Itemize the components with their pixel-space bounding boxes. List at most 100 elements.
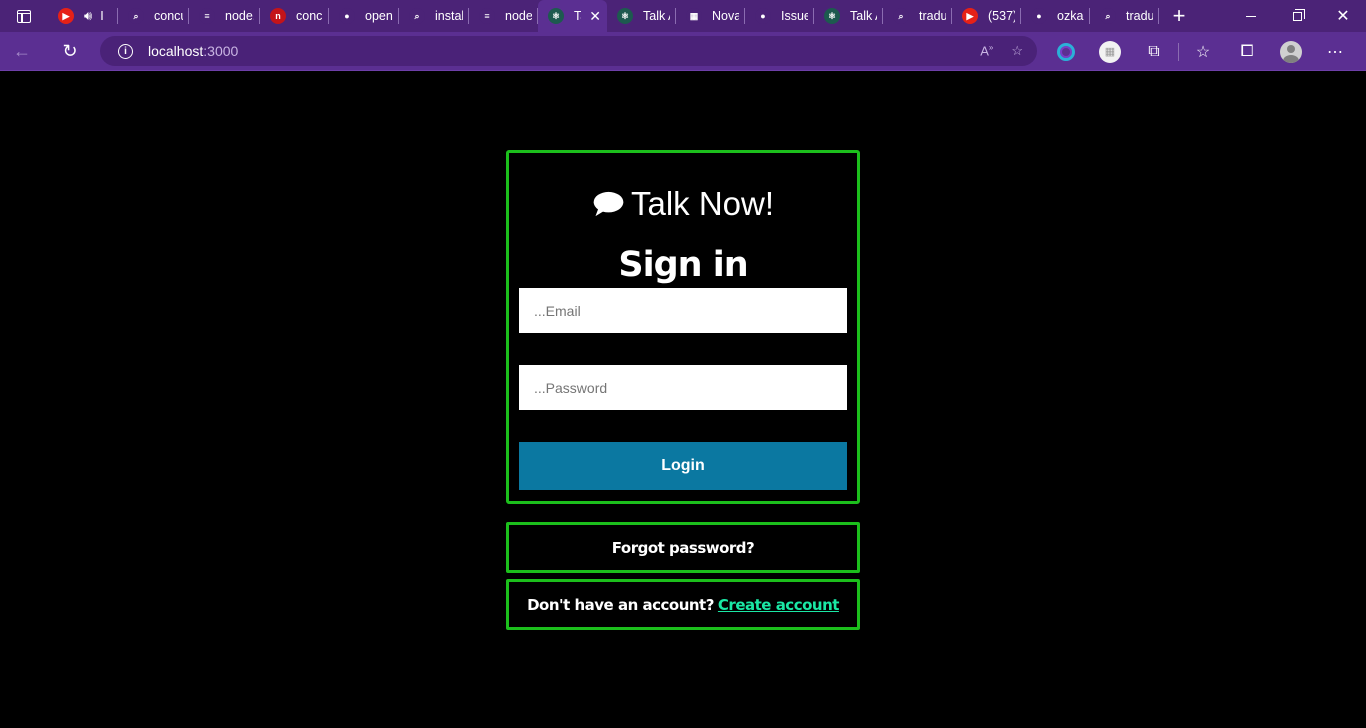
copilot-icon bbox=[1057, 42, 1075, 61]
search-icon: ⌕ bbox=[409, 8, 425, 24]
tab-label: node. bbox=[225, 9, 254, 23]
minimize-button[interactable] bbox=[1228, 0, 1274, 32]
tab-label: ozkan bbox=[1057, 9, 1084, 23]
site-info-icon[interactable]: i bbox=[118, 43, 133, 59]
search-icon: ⌕ bbox=[128, 8, 144, 24]
youtube-icon: ▶ bbox=[58, 8, 74, 24]
tab-label: concu bbox=[296, 9, 323, 23]
profile-button[interactable] bbox=[1269, 32, 1313, 71]
login-button[interactable]: Login bbox=[519, 442, 847, 490]
back-button[interactable]: ← bbox=[0, 32, 44, 71]
url-text[interactable]: localhost:3000 bbox=[148, 43, 238, 59]
react-icon: ⚛ bbox=[617, 8, 633, 24]
browser-tab[interactable]: nconcu bbox=[260, 0, 329, 32]
back-arrow-icon: ← bbox=[13, 40, 31, 61]
browser-tab[interactable]: ● Issues bbox=[745, 0, 814, 32]
tab-label: (537) bbox=[988, 9, 1015, 23]
search-icon: ⌕ bbox=[893, 8, 909, 24]
toolbar-actions: ▦ ⧉ ☆ ⧠ ⋯ bbox=[1044, 32, 1357, 71]
tab-label: install bbox=[435, 9, 463, 23]
browser-tab[interactable]: ▦ Nova bbox=[676, 0, 745, 32]
tab-list: ▶🔊︎I⌕concu≡node.nconcu●open-⌕install≡nod… bbox=[48, 0, 1159, 32]
browser-tab[interactable]: ▶ (537) bbox=[952, 0, 1021, 32]
profile-avatar-icon bbox=[1280, 40, 1302, 63]
tab-actions-button[interactable] bbox=[0, 0, 48, 32]
login-card: Talk Now! Sign in Login bbox=[506, 150, 860, 504]
collections-icon: ⧠ bbox=[1240, 42, 1254, 60]
chat-bubble-icon bbox=[593, 191, 624, 217]
page-title: Sign in bbox=[618, 245, 748, 285]
page-content: Talk Now! Sign in Login Forgot password?… bbox=[0, 71, 1366, 728]
stackoverflow-icon: ≡ bbox=[479, 8, 495, 24]
browser-tab[interactable]: ● ozkan bbox=[1021, 0, 1090, 32]
tab-label: tradut bbox=[1126, 9, 1153, 23]
browser-tab[interactable]: ≡ node. bbox=[469, 0, 538, 32]
tab-label: concu bbox=[154, 9, 183, 23]
restore-button[interactable] bbox=[1274, 0, 1320, 32]
browser-tab[interactable]: ⚛ Ta ✕ bbox=[538, 0, 607, 32]
react-icon: ⚛ bbox=[824, 8, 840, 24]
more-dots-icon: ⋯ bbox=[1327, 43, 1343, 61]
add-favorite-icon[interactable]: ☆ bbox=[1011, 43, 1023, 59]
url-port: :3000 bbox=[203, 43, 239, 59]
refresh-button[interactable]: ↻ bbox=[48, 32, 92, 71]
tab-label: Ta bbox=[574, 9, 581, 23]
github-icon: ● bbox=[1031, 8, 1047, 24]
extension-button[interactable]: ▦ bbox=[1088, 32, 1132, 71]
search-icon: ⌕ bbox=[1100, 8, 1116, 24]
browser-tab[interactable]: ● open- bbox=[329, 0, 399, 32]
password-field[interactable] bbox=[519, 365, 847, 410]
favorites-button[interactable]: ☆ bbox=[1181, 32, 1225, 71]
browser-tab[interactable]: ≡ node. bbox=[189, 0, 260, 32]
tab-label: I bbox=[100, 9, 104, 23]
collections-button[interactable]: ⧠ bbox=[1225, 32, 1269, 71]
tab-label: Talk A bbox=[850, 9, 877, 23]
browser-tab[interactable]: ⚛ Talk A bbox=[607, 0, 676, 32]
create-account-link[interactable]: Create account bbox=[718, 596, 840, 614]
toolbar-divider bbox=[1178, 42, 1179, 61]
close-icon: ✕ bbox=[1336, 8, 1350, 25]
extension-puzzle-avatar-icon: ▦ bbox=[1099, 40, 1121, 63]
tab-label: Talk A bbox=[643, 9, 670, 23]
read-aloud-icon[interactable]: A» bbox=[980, 43, 993, 58]
browser-tab[interactable]: ⌕ concu bbox=[118, 0, 189, 32]
address-bar[interactable]: i localhost:3000 A» ☆ bbox=[100, 36, 1037, 66]
new-tab-button[interactable]: + bbox=[1159, 0, 1199, 32]
browser-tab[interactable]: ⌕ tradut bbox=[1090, 0, 1159, 32]
tab-label: Nova bbox=[712, 9, 739, 23]
email-field[interactable] bbox=[519, 288, 847, 333]
browser-tab[interactable]: ▶ 🔊︎ I bbox=[48, 0, 118, 32]
signup-box: Don't have an account? Create account bbox=[506, 579, 860, 630]
tab-label: open- bbox=[365, 9, 393, 23]
browser-tab[interactable]: ⌕ tradut bbox=[883, 0, 952, 32]
forgot-password-box: Forgot password? bbox=[506, 522, 860, 573]
minimize-icon bbox=[1246, 15, 1256, 17]
window-controls: ✕ bbox=[1228, 0, 1366, 32]
copilot-button[interactable] bbox=[1044, 32, 1088, 71]
tab-label: Issues bbox=[781, 9, 808, 23]
devto-icon: n bbox=[270, 8, 286, 24]
browser-tab[interactable]: ⌕ install bbox=[399, 0, 469, 32]
refresh-icon: ↻ bbox=[62, 40, 78, 61]
tab-label: tradut bbox=[919, 9, 946, 23]
browser-toolbar: ← ↻ i localhost:3000 A» ☆ ▦ ⧉ ☆ ⧠ ⋯ bbox=[0, 32, 1366, 71]
url-host: localhost bbox=[148, 43, 204, 59]
close-tab-icon[interactable]: ✕ bbox=[589, 8, 601, 25]
speaker-icon[interactable]: 🔊︎ bbox=[84, 8, 92, 24]
browser-tab[interactable]: ⚛ Talk A bbox=[814, 0, 883, 32]
more-menu-button[interactable]: ⋯ bbox=[1313, 32, 1357, 71]
close-window-button[interactable]: ✕ bbox=[1320, 0, 1366, 32]
extensions-button[interactable]: ⧉ bbox=[1132, 32, 1176, 71]
tab-strip: ▶🔊︎I⌕concu≡node.nconcu●open-⌕install≡nod… bbox=[0, 0, 1366, 32]
restore-icon bbox=[1292, 8, 1305, 21]
puzzle-icon: ⧉ bbox=[1148, 42, 1160, 60]
brand-header: Talk Now! bbox=[509, 185, 857, 223]
calendar-icon: ▦ bbox=[686, 8, 702, 24]
signup-prompt: Don't have an account? bbox=[527, 595, 714, 614]
tab-actions-icon bbox=[17, 9, 31, 23]
youtube-icon: ▶ bbox=[962, 8, 978, 24]
forgot-password-link[interactable]: Forgot password? bbox=[612, 539, 755, 557]
github-icon: ● bbox=[755, 8, 771, 24]
tab-label: node. bbox=[505, 9, 532, 23]
favorites-icon: ☆ bbox=[1195, 43, 1211, 61]
